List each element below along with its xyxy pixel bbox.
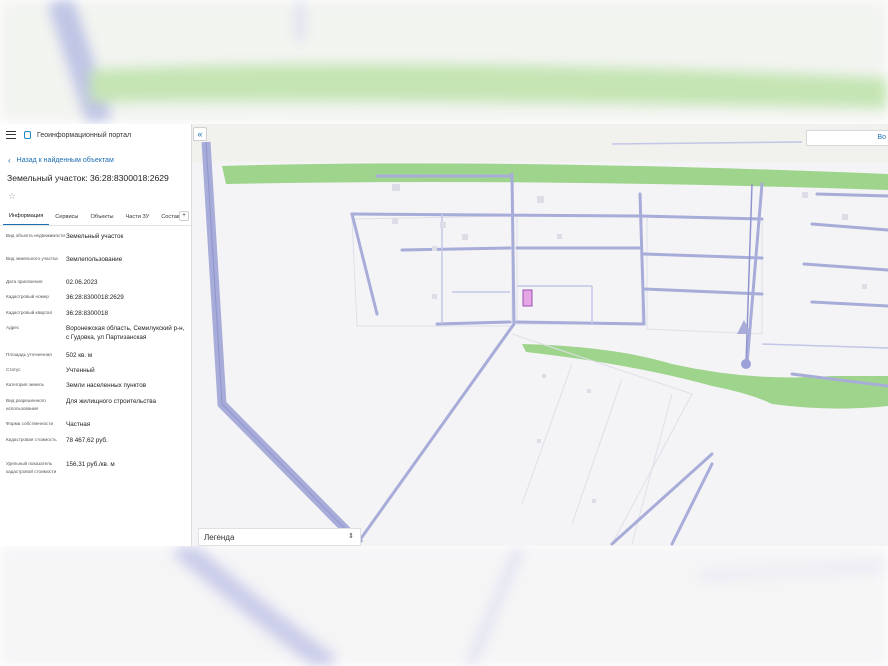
selected-parcel-highlight[interactable]	[522, 289, 533, 307]
attribute-row: Дата присвоения 02.06.2023	[0, 278, 191, 293]
portal-logo-icon	[24, 131, 31, 139]
info-panel: Геоинформационный портал ‹ Назад к найде…	[0, 124, 192, 546]
attribute-list: Вид объекта недвижимости Земельный участ…	[0, 226, 191, 486]
attribute-row: Площадь уточненная 502 кв. м	[0, 351, 191, 366]
portal-header: Геоинформационный портал	[0, 124, 191, 146]
attribute-label: Кадастровый номер	[6, 294, 49, 299]
attribute-label: Кадастровый квартал	[6, 310, 53, 315]
tab-services[interactable]: Сервисы	[49, 214, 84, 225]
blurred-background-bottom	[0, 546, 888, 666]
attribute-value: Учтенный	[66, 367, 95, 374]
sort-arrows-icon: ⇕	[348, 533, 354, 540]
parcel-title: Земельный участок: 36:28:8300018:2629	[7, 173, 169, 183]
tab-objects[interactable]: Объекты	[84, 214, 119, 225]
attribute-row: Вид земельного участка Землепользование	[0, 255, 191, 278]
attribute-row: Вид разрешенного использования Для жилищ…	[0, 397, 191, 420]
attribute-label: Вид земельного участка	[6, 256, 58, 261]
attribute-row: Удельный показатель кадастровой стоимост…	[0, 460, 191, 486]
back-to-results-link[interactable]: ‹ Назад к найденным объектам	[0, 146, 191, 168]
attribute-value: Для жилищного строительства	[66, 398, 157, 405]
portal-title: Геоинформационный портал	[37, 131, 132, 139]
add-tab-button[interactable]: +	[179, 211, 189, 221]
attribute-label: Площадь уточненная	[6, 352, 52, 357]
attribute-value: Земли населенных пунктов	[66, 382, 147, 389]
legend-selector[interactable]: Легенда ⇕	[198, 528, 361, 546]
attribute-value: Землепользование	[66, 256, 123, 263]
info-tabs: Информация Сервисы Объекты Части ЗУ Сост…	[0, 204, 191, 226]
attribute-value: 02.06.2023	[66, 279, 98, 286]
attribute-value: 156,31 руб./кв. м	[66, 461, 115, 468]
tab-information[interactable]: Информация	[3, 213, 50, 225]
attribute-value: Воронежская область, Семилукский р-н, с …	[66, 325, 185, 341]
attribute-label: Кадастровая стоимость	[6, 437, 57, 442]
chevron-left-icon: ‹	[8, 155, 11, 165]
attribute-label: Форма собственности	[6, 421, 54, 426]
blurred-map-top	[0, 0, 888, 122]
attribute-row: Кадастровый квартал 36:28:8300018	[0, 309, 191, 324]
collapse-panel-button[interactable]: «	[193, 127, 207, 141]
attribute-row: Категория земель Земли населенных пункто…	[0, 381, 191, 397]
map-search-input[interactable]: Во	[806, 130, 888, 146]
attribute-label: Вид объекта недвижимости	[6, 233, 65, 238]
attribute-label: Категория земель	[6, 382, 44, 387]
attribute-row: Адрес Воронежская область, Семилукский р…	[0, 324, 191, 351]
attribute-value: 36:28:8300018	[66, 310, 109, 317]
attribute-row: Статус Учтенный	[0, 366, 191, 381]
attribute-value: Частная	[66, 421, 91, 428]
hamburger-menu-icon[interactable]	[6, 131, 16, 139]
attribute-value: 78 467,62 руб.	[66, 437, 108, 444]
attribute-label: Адрес	[6, 325, 20, 330]
geoportal-app: Геоинформационный портал ‹ Назад к найде…	[0, 124, 888, 546]
tab-parcel-parts[interactable]: Части ЗУ	[120, 214, 156, 225]
blurred-background-top	[0, 0, 888, 122]
attribute-row: Вид объекта недвижимости Земельный участ…	[0, 230, 191, 255]
back-link-label: Назад к найденным объектам	[16, 156, 114, 164]
attribute-label: Удельный показатель кадастровой стоимост…	[6, 461, 57, 474]
power-line-node	[741, 359, 751, 369]
attribute-row: Кадастровая стоимость 78 467,62 руб.	[0, 436, 191, 460]
map-top-strip	[192, 124, 888, 162]
attribute-label: Вид разрешенного использования	[6, 398, 46, 411]
attribute-label: Статус	[6, 367, 21, 372]
attribute-label: Дата присвоения	[6, 279, 43, 284]
attribute-row: Кадастровый номер 36:28:8300018:2629	[0, 293, 191, 309]
cadastral-map[interactable]	[192, 124, 888, 546]
legend-label: Легенда	[204, 533, 235, 542]
attribute-value: 502 кв. м	[66, 352, 93, 359]
attribute-row: Форма собственности Частная	[0, 420, 191, 436]
favorite-star-icon[interactable]: ☆	[0, 188, 191, 204]
attribute-value: 36:28:8300018:2629	[66, 294, 124, 301]
blurred-map-bottom	[0, 546, 888, 666]
attribute-value: Земельный участок	[66, 233, 124, 240]
